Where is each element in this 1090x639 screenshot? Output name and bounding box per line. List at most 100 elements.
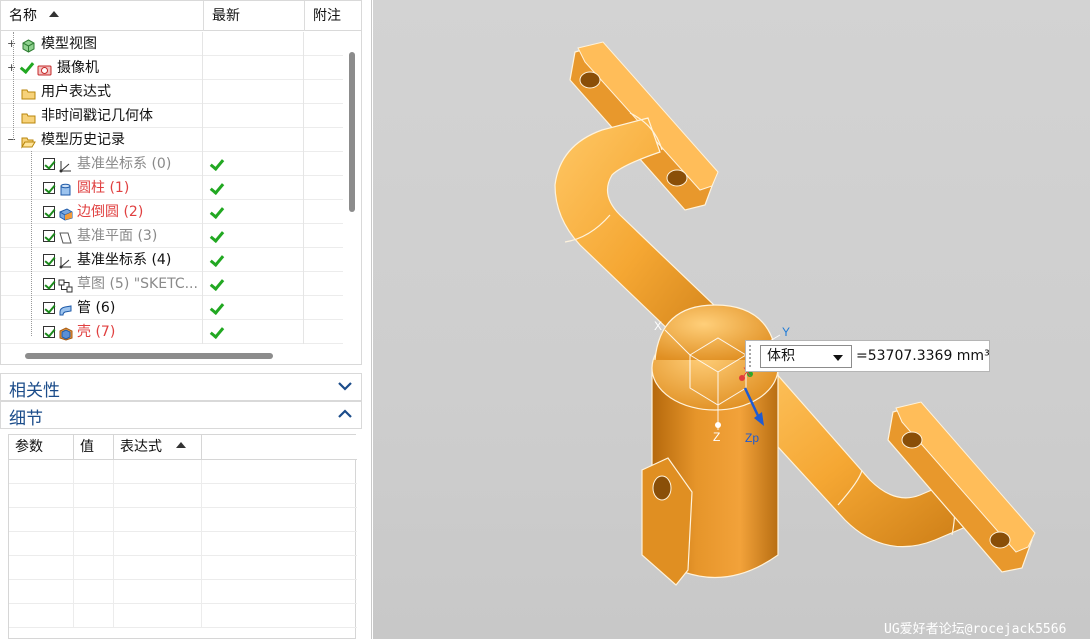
up-to-date-check-icon	[209, 253, 223, 267]
vertical-scrollbar[interactable]	[345, 32, 361, 348]
up-to-date-check-icon	[209, 229, 223, 243]
column-note-label: 附注	[313, 8, 341, 24]
tree-row-name[interactable]: − 模型历史记录	[1, 128, 203, 152]
feature-checkbox[interactable]	[43, 182, 55, 194]
expand-icon[interactable]: +	[7, 62, 16, 73]
column-header-name[interactable]: 名称	[1, 1, 204, 31]
feature-checkbox[interactable]	[43, 230, 55, 242]
dependencies-panel-header[interactable]: 相关性	[0, 373, 362, 401]
tube-icon	[58, 301, 73, 316]
tree-row-latest	[204, 272, 304, 296]
folder-icon	[21, 109, 36, 124]
drag-grip-icon[interactable]	[748, 344, 753, 368]
dependencies-title: 相关性	[9, 381, 60, 401]
tree-row-latest	[204, 32, 304, 56]
horizontal-scroll-thumb[interactable]	[25, 353, 273, 359]
tree-row-note	[305, 128, 343, 152]
tree-row-label: 草图 (5) "SKETC...	[77, 276, 198, 292]
axis-zp-label: Zp	[745, 431, 760, 445]
tree-row[interactable]: 基准坐标系 (0)	[1, 152, 343, 176]
wcs-triad[interactable]	[373, 0, 1090, 639]
column-header-note[interactable]: 附注	[305, 1, 361, 31]
details-row[interactable]	[9, 484, 357, 508]
tree-row[interactable]: 边倒圆 (2)	[1, 200, 343, 224]
feature-checkbox[interactable]	[43, 206, 55, 218]
tree-row-label: 非时间戳记几何体	[41, 108, 153, 124]
details-row[interactable]	[9, 556, 357, 580]
tree-row-note	[305, 56, 343, 80]
dropdown-arrow-icon	[833, 355, 843, 361]
details-row[interactable]	[9, 460, 357, 484]
tree-row-note	[305, 224, 343, 248]
tree-row-name[interactable]: + 摄像机	[1, 56, 203, 80]
horizontal-scrollbar[interactable]	[1, 348, 345, 364]
tree-row-note	[305, 200, 343, 224]
part-navigator: 名称 最新 附注 + 模型视图 + 摄像机 用户表达式 非时间戳记几何体 − 模型历史记录 基准…	[0, 0, 362, 365]
tree-row-name[interactable]: 用户表达式	[1, 80, 203, 104]
tree-row-latest	[204, 56, 304, 80]
visible-check-icon[interactable]	[19, 60, 33, 74]
feature-checkbox[interactable]	[43, 326, 55, 338]
vertical-scroll-thumb[interactable]	[349, 52, 355, 212]
tree-row[interactable]: + 摄像机	[1, 56, 343, 80]
axis-y-label: Y	[782, 325, 791, 339]
tree-row-note	[305, 248, 343, 272]
tree-row-label: 摄像机	[57, 60, 99, 76]
tree-row-latest	[204, 200, 304, 224]
tree-row[interactable]: − 模型历史记录	[1, 128, 343, 152]
up-to-date-check-icon	[209, 157, 223, 171]
tree-row-latest	[204, 176, 304, 200]
graphics-viewport[interactable]: X Y Z X Zp	[373, 0, 1090, 639]
tree-row[interactable]: + 模型视图	[1, 32, 343, 56]
collapse-icon[interactable]: −	[7, 134, 16, 145]
chevron-up-icon[interactable]	[337, 406, 353, 422]
measure-type-value: 体积	[767, 348, 795, 364]
tree-row-note	[305, 152, 343, 176]
feature-checkbox[interactable]	[43, 158, 55, 170]
feature-checkbox[interactable]	[43, 254, 55, 266]
tree-row[interactable]: 用户表达式	[1, 80, 343, 104]
tree-row-name[interactable]: 非时间戳记几何体	[1, 104, 203, 128]
column-header-value[interactable]: 值	[74, 435, 114, 460]
tree-row-latest	[204, 152, 304, 176]
details-row[interactable]	[9, 508, 357, 532]
watermark: UG爱好者论坛@rocejack5566	[884, 622, 1067, 637]
details-row[interactable]	[9, 604, 357, 628]
tree-row[interactable]: 基准平面 (3)	[1, 224, 343, 248]
tree-row[interactable]: 管 (6)	[1, 296, 343, 320]
measure-type-dropdown[interactable]: 体积	[760, 345, 852, 368]
cylinder-icon	[58, 181, 73, 196]
details-table: 参数 值 表达式	[8, 434, 357, 639]
details-panel-header[interactable]: 细节	[0, 401, 362, 429]
column-header-latest[interactable]: 最新	[204, 1, 305, 31]
column-header-param[interactable]: 参数	[9, 435, 74, 460]
up-to-date-check-icon	[209, 325, 223, 339]
folder-icon	[21, 85, 36, 100]
tree-row[interactable]: 壳 (7)	[1, 320, 343, 344]
up-to-date-check-icon	[209, 205, 223, 219]
feature-checkbox[interactable]	[43, 302, 55, 314]
sketch-icon	[58, 277, 73, 293]
tree-row-label: 管 (6)	[77, 300, 116, 316]
datum-plane-icon	[58, 229, 73, 244]
navigator-header: 名称 最新 附注	[1, 1, 361, 31]
tree-row[interactable]: 圆柱 (1)	[1, 176, 343, 200]
tree-row-note	[305, 272, 343, 296]
model-views-icon	[21, 37, 36, 53]
feature-checkbox[interactable]	[43, 278, 55, 290]
tree-row[interactable]: 草图 (5) "SKETC...	[1, 272, 343, 296]
tree-row[interactable]: 非时间戳记几何体	[1, 104, 343, 128]
datum-csys-icon	[58, 157, 73, 173]
tree-row[interactable]: 基准坐标系 (4)	[1, 248, 343, 272]
details-row[interactable]	[9, 532, 357, 556]
details-row[interactable]	[9, 580, 357, 604]
measure-result-widget: 体积 =53707.3369 mm³	[745, 340, 990, 372]
column-header-expression[interactable]: 表达式	[114, 435, 202, 460]
chevron-down-icon[interactable]	[337, 378, 353, 394]
camera-icon	[37, 61, 52, 76]
tree-row-name[interactable]: + 模型视图	[1, 32, 203, 56]
expand-icon[interactable]: +	[7, 38, 16, 49]
tree-row-latest	[204, 128, 304, 152]
axis-x-label: X	[654, 319, 663, 333]
edge-blend-icon	[58, 205, 73, 221]
